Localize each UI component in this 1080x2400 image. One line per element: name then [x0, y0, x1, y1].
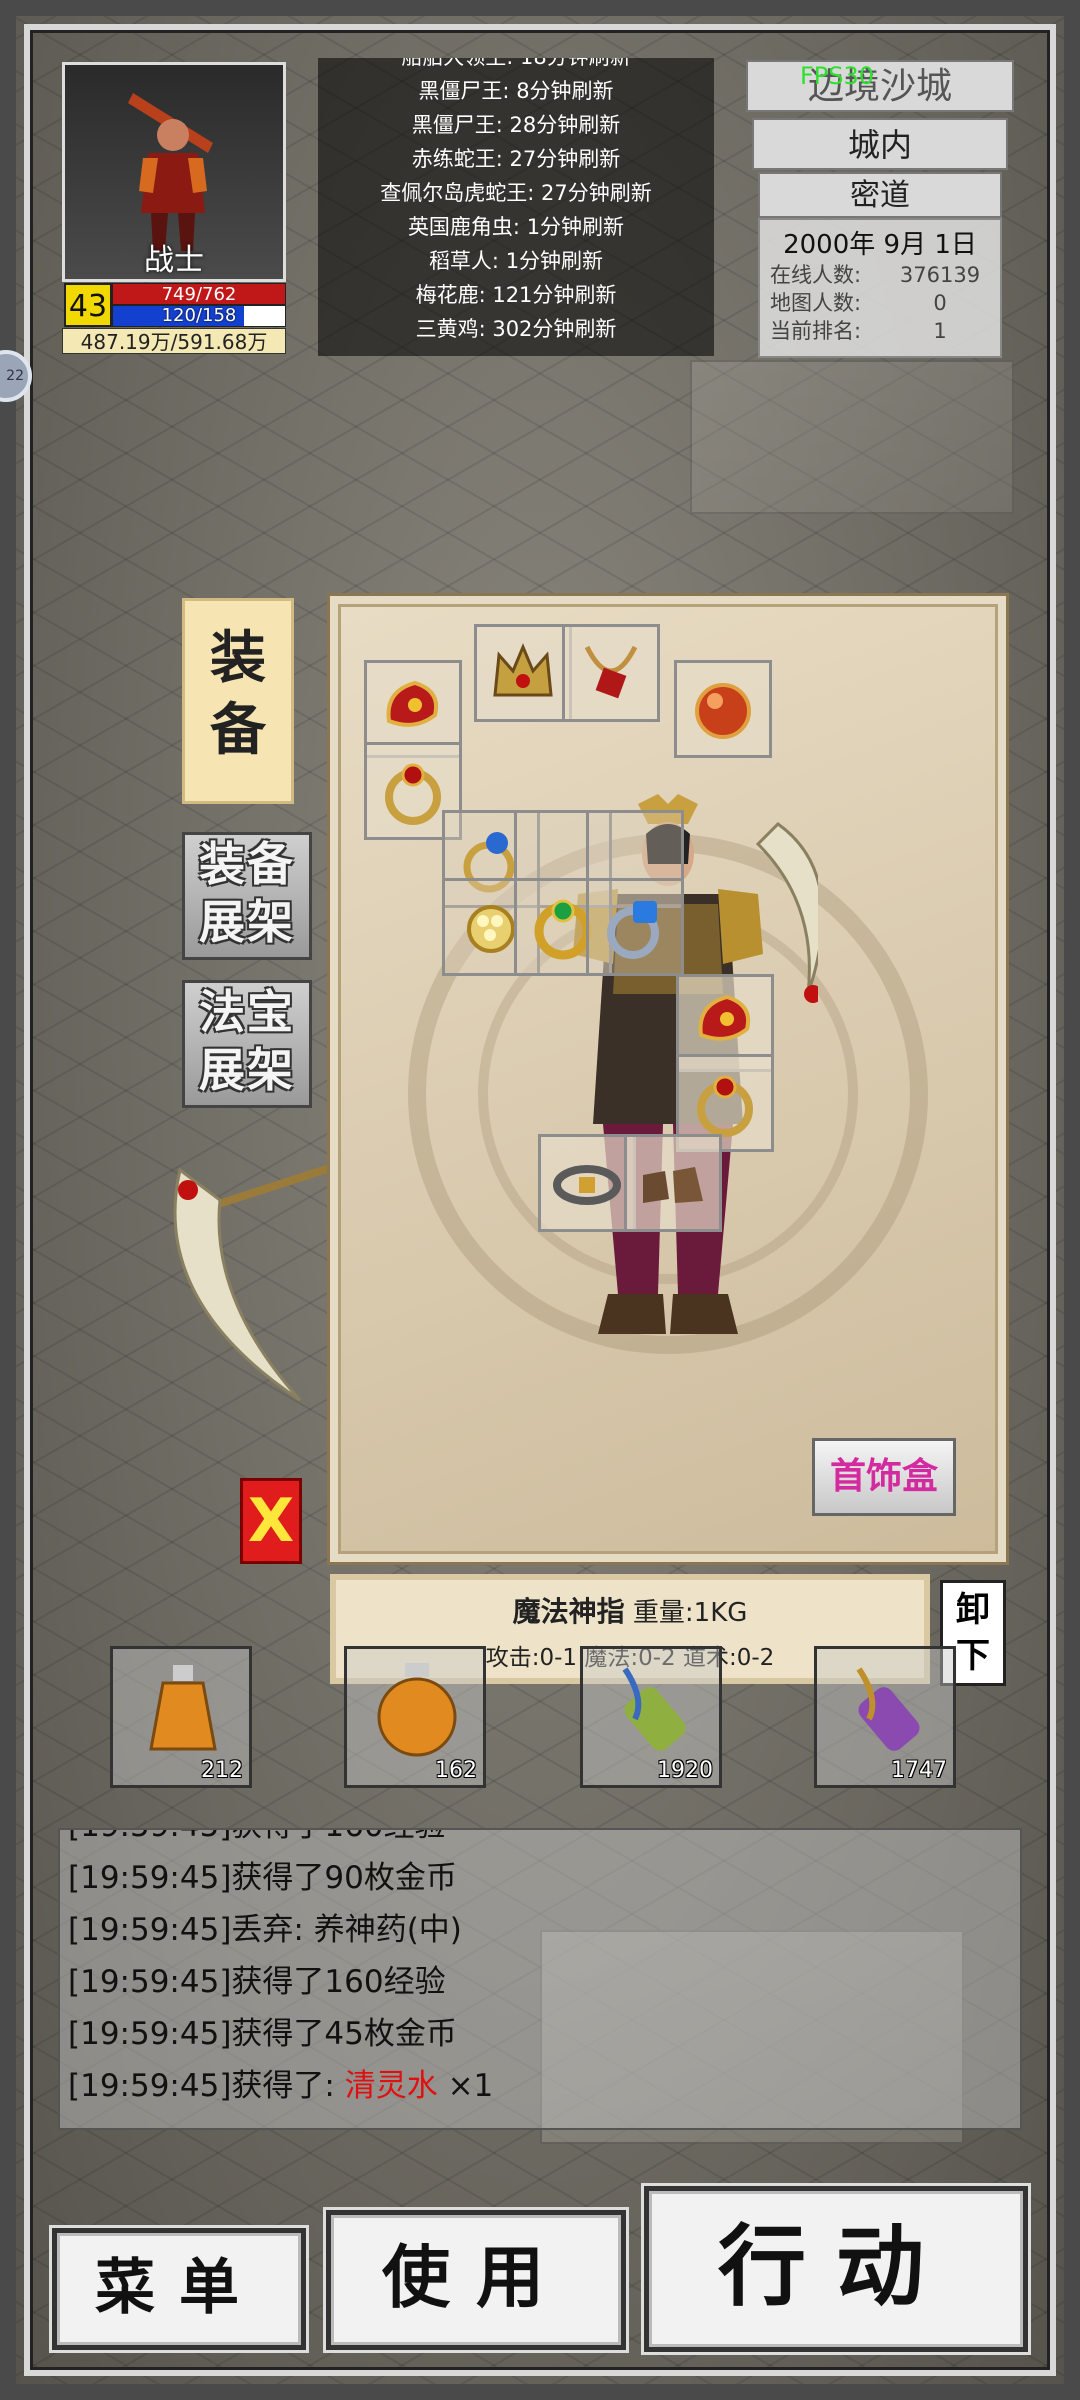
log-suffix: ×1	[437, 2068, 494, 2104]
map-count-row: 地图人数: 0	[760, 289, 1000, 317]
boss-row: 三黄鸡: 302分钟刷新	[415, 317, 617, 341]
boss-row: 黑僵尸王: 28分钟刷新	[411, 113, 621, 137]
orb-icon	[695, 683, 751, 739]
level-badge: 43	[64, 283, 112, 327]
small-potion-icon	[149, 1665, 217, 1751]
tab-display-line1: 装备	[199, 837, 295, 891]
quick-slot-4[interactable]: 1747	[814, 1646, 956, 1788]
zone-inner-button[interactable]: 城内	[752, 118, 1008, 170]
rank-row: 当前排名: 1	[760, 317, 1000, 345]
character-portrait[interactable]: 战士	[62, 62, 286, 282]
necklace-icon	[584, 645, 638, 699]
use-button[interactable]: 使用	[326, 2210, 626, 2350]
quick-slot-count: 1747	[891, 1758, 947, 1783]
ring-sapphire-icon	[607, 901, 659, 959]
item-name-line: 魔法神指 重量:1KG	[336, 1590, 924, 1630]
zone-secret-button[interactable]: 密道	[758, 172, 1002, 218]
rank-value: 1	[933, 319, 947, 343]
menu-button[interactable]: 菜单	[52, 2228, 306, 2350]
item-name: 魔法神指	[512, 1595, 625, 1628]
boss-refresh-list: 船舶大领主: 18分钟刷新 黑僵尸王: 8分钟刷新 黑僵尸王: 28分钟刷新 赤…	[318, 58, 714, 356]
log-line: [19:59:45]获得了160经验	[68, 1964, 446, 2000]
bracer-right-icon	[698, 994, 750, 1041]
equip-slot-crown[interactable]	[474, 624, 572, 722]
equipment-panel	[330, 596, 1006, 1562]
boss-row: 稻草人: 1分钟刷新	[428, 249, 604, 273]
equip-slot-center-6[interactable]	[586, 878, 684, 976]
online-count-row: 在线人数: 376139	[760, 261, 1000, 289]
belt-icon	[553, 1165, 621, 1205]
server-info-box: 2000年 9月 1日 在线人数: 376139 地图人数: 0 当前排名: 1	[758, 218, 1002, 358]
quick-slot-1[interactable]: 212	[110, 1646, 252, 1788]
scroll-green-icon	[622, 1667, 686, 1751]
class-name: 战士	[144, 243, 204, 278]
log-line: [19:59:45]获得了160经验	[60, 1830, 1020, 1852]
hp-bar: 749/762	[112, 283, 286, 305]
boss-row: 赤练蛇王: 27分钟刷新	[411, 147, 621, 171]
equip-slot-necklace[interactable]	[562, 624, 660, 722]
exp-bar: 487.19万/591.68万	[62, 328, 286, 354]
equip-slot-orb[interactable]	[674, 660, 772, 758]
log-line-last: [19:59:45]获得了: 清灵水 ×1	[60, 2060, 1020, 2112]
tab-display-line2: 展架	[199, 895, 295, 949]
game-date: 2000年 9月 1日	[783, 230, 977, 260]
warrior-portrait-icon	[128, 93, 213, 251]
tab-treasure-line1: 法宝	[199, 985, 295, 1039]
map-label: 地图人数:	[770, 291, 862, 315]
boss-row: 船舶大领主: 18分钟刷新	[318, 58, 714, 74]
jewelry-box-button[interactable]: 首饰盒	[812, 1438, 956, 1516]
item-weight: 重量:1KG	[632, 1598, 748, 1628]
log-prefix: [19:59:45]获得了:	[68, 2068, 345, 2104]
quick-slot-count: 212	[201, 1758, 243, 1783]
mp-bar: 120/158	[112, 305, 286, 327]
log-line: [19:59:45]获得了90枚金币	[68, 1860, 457, 1896]
log-line: [19:59:45]获得了45枚金币	[68, 2016, 457, 2052]
action-button[interactable]: 行动	[644, 2186, 1028, 2352]
equip-slot-belt[interactable]	[538, 1134, 636, 1232]
zone-title-button[interactable]: 边境沙城	[746, 60, 1014, 112]
quick-slot-count: 1920	[657, 1758, 713, 1783]
equip-slot-boots[interactable]	[624, 1134, 722, 1232]
boss-row: 英国鹿角虫: 1分钟刷新	[407, 215, 625, 239]
message-log[interactable]: [19:59:45]获得了160经验 [19:59:45]获得了90枚金币 [1…	[58, 1828, 1022, 2130]
mp-text: 120/158	[161, 305, 237, 326]
ring-right-icon	[697, 1075, 753, 1137]
quick-slot-count: 162	[435, 1758, 477, 1783]
scroll-purple-icon	[856, 1667, 920, 1751]
quick-slot-2[interactable]: 162	[344, 1646, 486, 1788]
online-label: 在线人数:	[770, 263, 862, 287]
log-item-name: 清灵水	[344, 2068, 438, 2104]
fps-counter: FPS30	[800, 62, 875, 90]
unequip-line1: 卸	[956, 1590, 990, 1630]
large-potion-icon	[377, 1663, 457, 1757]
tab-equipment-display[interactable]: 装备 展架	[182, 832, 312, 960]
online-value: 376139	[899, 263, 981, 287]
close-panel-button[interactable]: X	[240, 1478, 302, 1564]
log-line: [19:59:45]丢弃: 养神药(中)	[68, 1912, 462, 1948]
tab-equipment[interactable]: 装备	[182, 598, 294, 804]
ring-red-icon	[385, 763, 441, 825]
crown-icon	[493, 643, 553, 697]
bracer-icon	[386, 680, 438, 727]
boss-row: 梅花鹿: 121分钟刷新	[415, 283, 617, 307]
map-value: 0	[933, 291, 947, 315]
boss-row: 查佩尔岛虎蛇王: 27分钟刷新	[380, 181, 652, 205]
quick-slot-3[interactable]: 1920	[580, 1646, 722, 1788]
boots-icon	[643, 1167, 703, 1203]
rank-label: 当前排名:	[770, 319, 862, 343]
boss-row: 黑僵尸王: 8分钟刷新	[418, 79, 614, 103]
